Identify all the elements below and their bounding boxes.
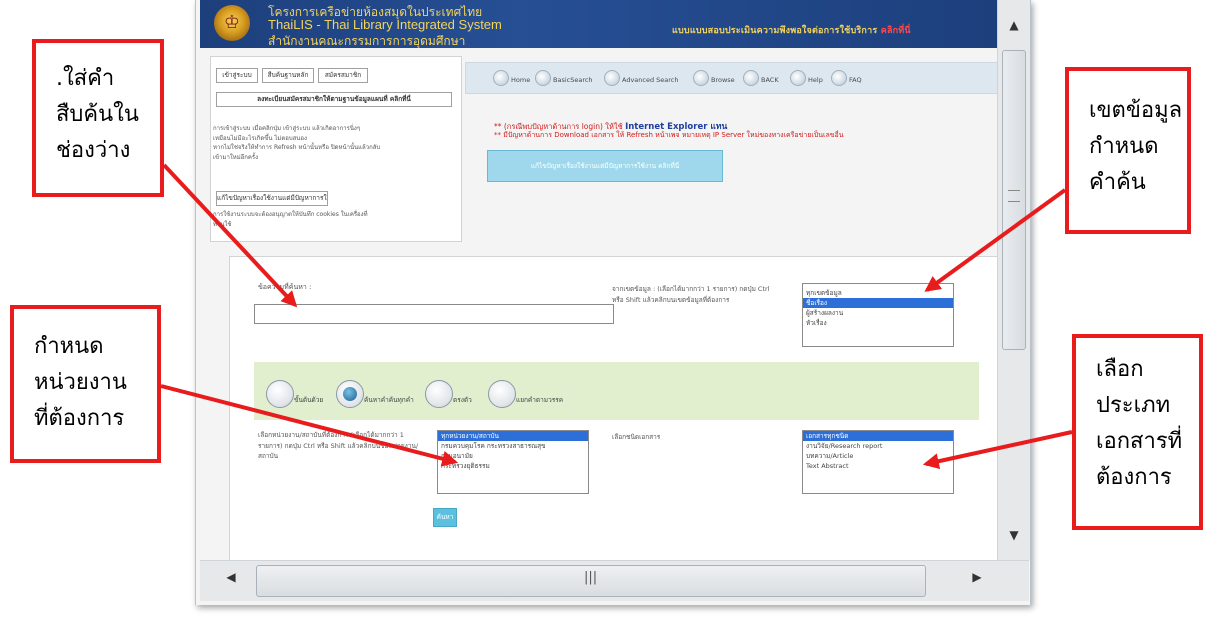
callout-line: หน่วยงาน [34,370,127,395]
arrow-unit [160,384,459,467]
callout-keyword: .ใส่คำ สืบค้นใน ช่องว่าง [32,39,164,197]
callout-line: กำหนด [34,334,104,359]
callout-line: เขตข้อมูล [1089,98,1183,123]
callout-line: ต้องการ [1096,465,1172,490]
callout-line: ประเภท [1096,393,1171,418]
callout-field: เขตข้อมูล กำหนด คำค้น [1065,67,1191,234]
arrow-field [924,188,1067,292]
callout-line: คำค้น [1089,170,1146,195]
callout-line: เอกสารที่ [1096,429,1183,454]
callout-doctype: เลือก ประเภท เอกสารที่ ต้องการ [1072,334,1203,530]
callout-line: .ใส่คำ [56,66,115,91]
callout-line: กำหนด [1089,134,1159,159]
callout-line: เลือก [1096,357,1144,382]
annotation-arrows [160,163,1073,470]
callout-line: ช่องว่าง [56,138,131,163]
arrow-keyword [162,163,298,308]
callout-unit: กำหนด หน่วยงาน ที่ต้องการ [10,305,161,463]
callout-line: สืบค้นใน [56,102,139,127]
callout-line: ที่ต้องการ [34,406,125,431]
arrow-doctype [922,430,1073,470]
